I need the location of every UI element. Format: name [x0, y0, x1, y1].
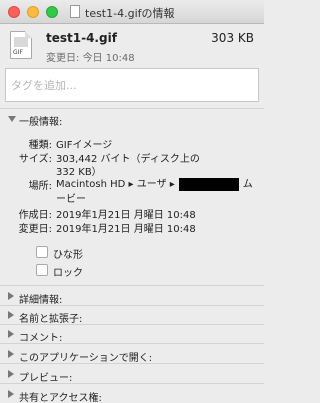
window-title: test1-4.gifの情報 — [85, 7, 175, 20]
disclosure-triangle-collapsed-icon[interactable] — [8, 350, 14, 358]
file-header: GIF test1-4.gif 303 KB 変更日: 今日 10:48 — [0, 25, 264, 67]
location-label: 場所: — [28, 181, 52, 192]
zoom-window-button[interactable] — [46, 6, 58, 18]
section-more-info[interactable]: 詳細情報: — [19, 291, 62, 306]
divider — [0, 108, 264, 109]
section-sharing-permissions[interactable]: 共有とアクセス権: — [19, 389, 102, 403]
kind-label: 種類: — [28, 140, 52, 151]
gif-file-icon: GIF — [10, 31, 32, 59]
disclosure-triangle-collapsed-icon[interactable] — [8, 311, 14, 319]
disclosure-triangle-collapsed-icon[interactable] — [8, 330, 14, 338]
divider — [0, 305, 264, 306]
file-name: test1-4.gif — [46, 31, 117, 45]
section-preview[interactable]: プレビュー: — [19, 369, 72, 384]
stationery-pad-label: ひな形 — [53, 250, 83, 261]
divider — [0, 324, 264, 325]
modified-label: 変更日: — [18, 224, 52, 235]
tags-input[interactable] — [5, 68, 259, 102]
file-size: 303 KB — [211, 31, 254, 45]
location-value-continued: ービー — [56, 194, 86, 205]
section-open-with[interactable]: このアプリケーションで開く: — [19, 349, 152, 364]
disclosure-triangle-collapsed-icon[interactable] — [8, 370, 14, 378]
disclosure-triangle-expanded-icon[interactable] — [8, 116, 16, 122]
size-label: サイズ: — [18, 154, 52, 165]
locked-checkbox[interactable] — [36, 264, 48, 276]
document-icon — [70, 5, 80, 18]
disclosure-triangle-collapsed-icon[interactable] — [8, 390, 14, 398]
divider — [0, 363, 264, 364]
disclosure-triangle-collapsed-icon[interactable] — [8, 292, 14, 300]
redacted-block — [178, 177, 239, 191]
divider — [0, 343, 264, 344]
created-label: 作成日: — [18, 210, 52, 221]
divider — [0, 383, 264, 384]
minimize-window-button[interactable] — [27, 6, 39, 18]
locked-label: ロック — [53, 268, 83, 279]
location-value: Macintosh HD ▸ ユーザ ▸ ム — [56, 177, 253, 191]
divider — [0, 285, 264, 286]
window-titlebar: test1-4.gifの情報 — [0, 0, 264, 24]
created-value: 2019年1月21日 月曜日 10:48 — [56, 210, 196, 221]
stationery-pad-checkbox[interactable] — [36, 246, 48, 258]
section-name-extension[interactable]: 名前と拡張子: — [19, 310, 82, 325]
section-general-heading[interactable]: 一般情報: — [19, 113, 62, 128]
header-modified: 変更日: 今日 10:48 — [46, 53, 135, 64]
kind-value: GIFイメージ — [56, 140, 113, 151]
close-window-button[interactable] — [8, 6, 20, 18]
section-comments[interactable]: コメント: — [19, 329, 62, 344]
modified-value: 2019年1月21日 月曜日 10:48 — [56, 224, 196, 235]
